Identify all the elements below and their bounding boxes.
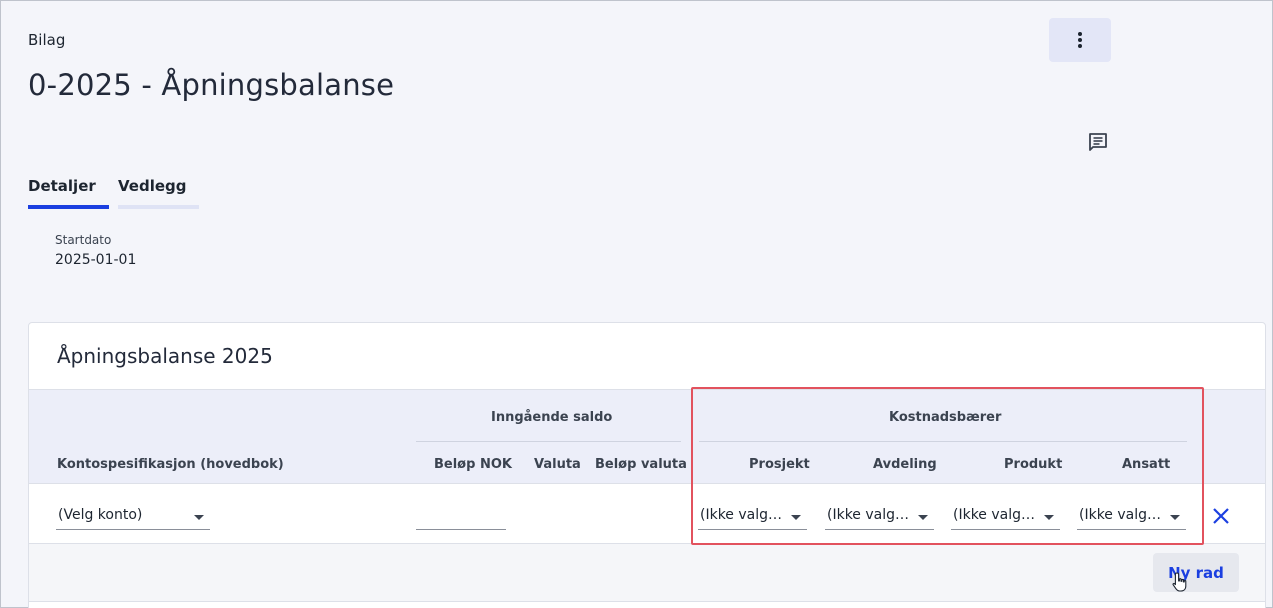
chevron-down-icon bbox=[791, 515, 801, 520]
hand-pointer-icon bbox=[1172, 572, 1187, 592]
project-select[interactable]: (Ikke valg… bbox=[698, 504, 807, 530]
col-header-project: Prosjekt bbox=[749, 457, 810, 472]
chevron-down-icon bbox=[918, 515, 928, 520]
col-header-department: Avdeling bbox=[873, 457, 937, 472]
department-select-value: (Ikke valg… bbox=[827, 507, 910, 523]
department-select[interactable]: (Ikke valg… bbox=[825, 504, 934, 530]
chevron-down-icon bbox=[1044, 515, 1054, 520]
close-icon[interactable] bbox=[1211, 506, 1231, 526]
page-title: 0-2025 - Åpningsbalanse bbox=[28, 68, 395, 102]
chevron-down-icon bbox=[1170, 515, 1180, 520]
group-header-opening-balance: Inngående saldo bbox=[491, 410, 613, 425]
col-header-currency: Valuta bbox=[534, 457, 581, 472]
col-header-amount-currency: Beløp valuta bbox=[595, 457, 687, 472]
col-header-account: Kontospesifikasjon (hovedbok) bbox=[57, 457, 284, 472]
col-header-product: Produkt bbox=[1004, 457, 1063, 472]
employee-select[interactable]: (Ikke valg… bbox=[1077, 504, 1186, 530]
group-divider bbox=[416, 441, 681, 442]
account-select[interactable]: (Velg konto) bbox=[56, 504, 210, 530]
card-title: Åpningsbalanse 2025 bbox=[57, 344, 273, 368]
amount-nok-input[interactable] bbox=[416, 504, 506, 530]
comment-icon[interactable] bbox=[1087, 131, 1109, 153]
account-select-value: (Velg konto) bbox=[58, 507, 143, 523]
product-select[interactable]: (Ikke valg… bbox=[951, 504, 1060, 530]
group-header-cost-carrier: Kostnadsbærer bbox=[889, 410, 1002, 425]
group-divider bbox=[699, 441, 1187, 442]
startdato-value: 2025-01-01 bbox=[55, 252, 137, 268]
breadcrumb[interactable]: Bilag bbox=[28, 31, 65, 49]
new-row-button[interactable]: Ny rad bbox=[1153, 553, 1239, 592]
product-select-value: (Ikke valg… bbox=[953, 507, 1036, 523]
tab-attachments[interactable]: Vedlegg bbox=[118, 175, 199, 209]
startdato-label: Startdato bbox=[55, 233, 112, 247]
tab-details[interactable]: Detaljer bbox=[28, 175, 109, 209]
col-header-employee: Ansatt bbox=[1122, 457, 1171, 472]
project-select-value: (Ikke valg… bbox=[700, 507, 783, 523]
chevron-down-icon bbox=[194, 515, 204, 520]
opening-balance-card: Åpningsbalanse 2025 Inngående saldo Kost… bbox=[28, 322, 1266, 608]
table-footer: Ny rad bbox=[29, 544, 1265, 602]
more-vertical-icon bbox=[1078, 32, 1082, 48]
employee-select-value: (Ikke valg… bbox=[1079, 507, 1162, 523]
table-row: (Velg konto) (Ikke valg… (Ikke valg… (Ik… bbox=[29, 484, 1265, 544]
table-header: Inngående saldo Kostnadsbærer Kontospesi… bbox=[29, 389, 1265, 484]
more-options-button[interactable] bbox=[1049, 18, 1111, 62]
tab-bar: Detaljer Vedlegg bbox=[28, 175, 199, 209]
col-header-amount-nok: Beløp NOK bbox=[434, 457, 512, 472]
